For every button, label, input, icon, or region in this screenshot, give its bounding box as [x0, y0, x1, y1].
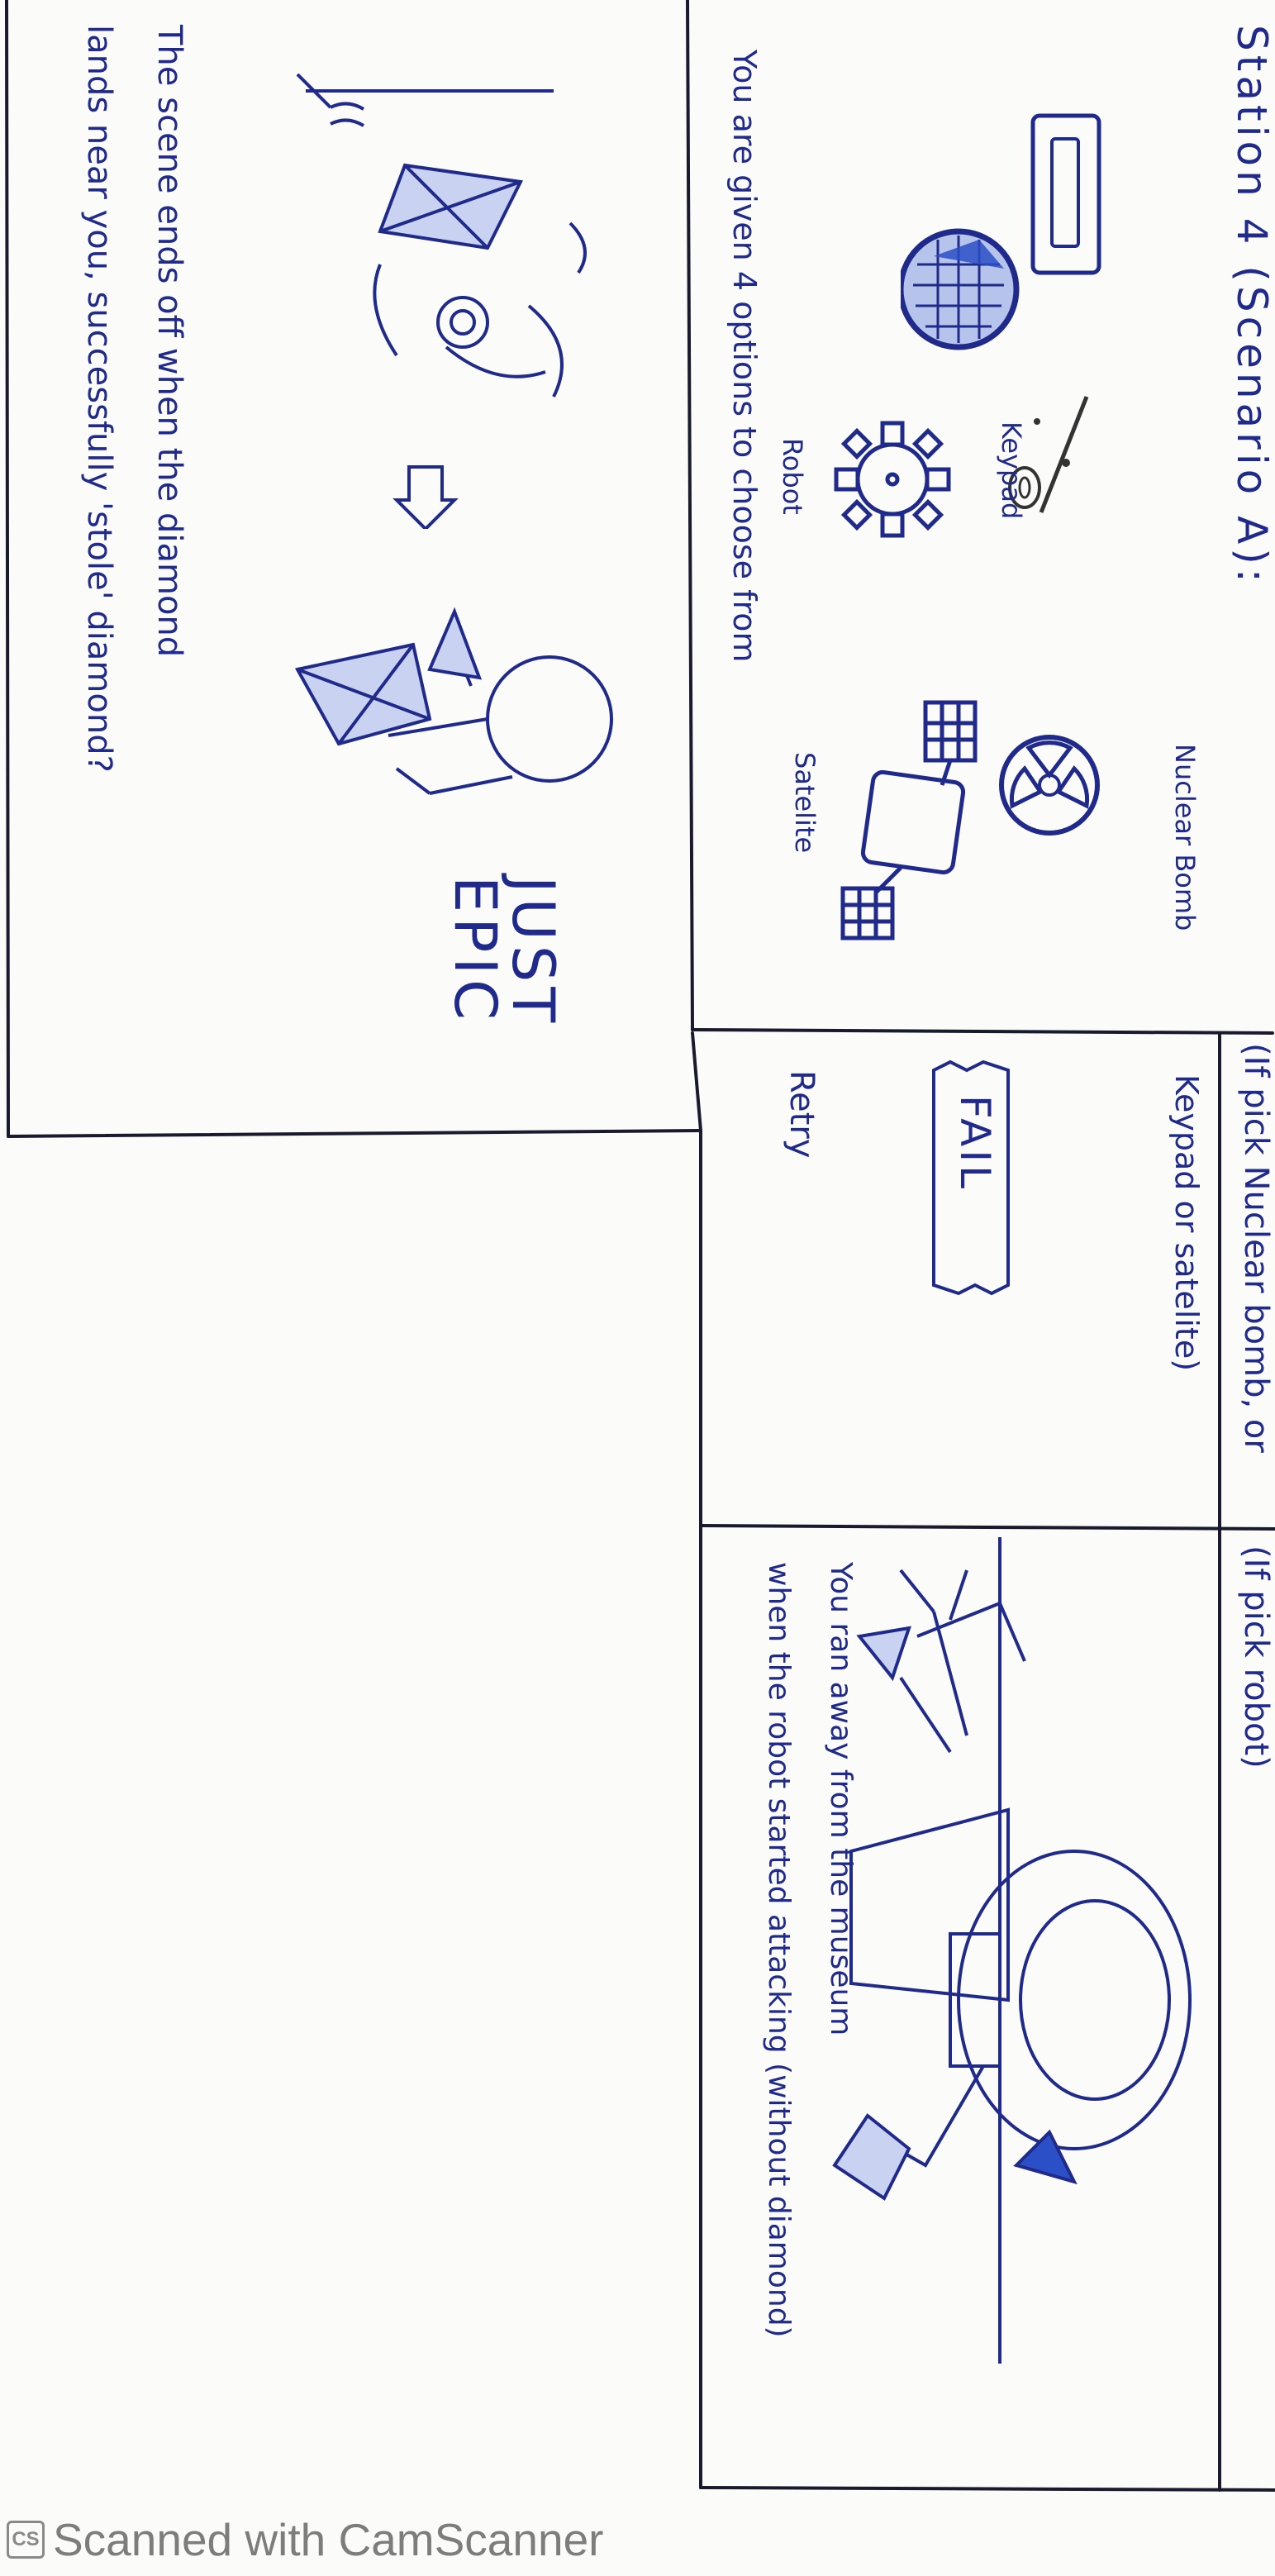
robot-attack-drawing — [832, 1537, 1192, 2364]
watermark-text: Scanned with CamScanner — [53, 2514, 604, 2565]
camscanner-watermark: CS Scanned with CamScanner — [7, 2514, 604, 2565]
robot-condition: (If pick robot) — [1237, 1545, 1275, 1769]
retry-label: Retry — [783, 1070, 821, 1159]
robot-label: Robot — [777, 438, 808, 515]
robot-drawing — [834, 421, 951, 538]
camscanner-logo-icon: CS — [7, 2521, 45, 2559]
nuclear-bomb-label: Nuclear Bomb — [1169, 744, 1201, 931]
parachute-diamond-drawing — [294, 607, 613, 795]
robot-caption-line2: when the robot started attacking (withou… — [762, 1562, 796, 2338]
satelite-drawing — [840, 700, 978, 940]
satelite-label: Satelite — [789, 752, 821, 854]
fail-label: FAIL — [951, 1095, 999, 1192]
keypad-device-drawing — [901, 113, 1101, 350]
station-title: Station 4 (Scenario A): — [1228, 25, 1275, 587]
arrow-icon — [392, 465, 459, 529]
diamond-landing-drawing — [296, 73, 587, 398]
ending-caption-line1: The scene ends off when the diamond — [150, 25, 188, 658]
comic-page: Station 4 (Scenario A): Keypad Robot Nuc… — [0, 0, 1275, 2576]
nuclear-bomb-drawing — [999, 735, 1100, 836]
fail-condition-line2: Keypad or satelite) — [1168, 1074, 1205, 1372]
robot-caption-line1: You ran away from the museum — [824, 1562, 858, 2036]
keypad-label: Keypad — [996, 421, 1027, 520]
ending-caption-line2: lands near you, successfully 'stole' dia… — [80, 25, 118, 773]
station-instruction: You are given 4 options to choose from — [726, 50, 763, 663]
fail-condition-line1: (If pick Nuclear bomb, or — [1237, 1043, 1275, 1453]
epic-text: JUST EPIC — [441, 876, 567, 1028]
